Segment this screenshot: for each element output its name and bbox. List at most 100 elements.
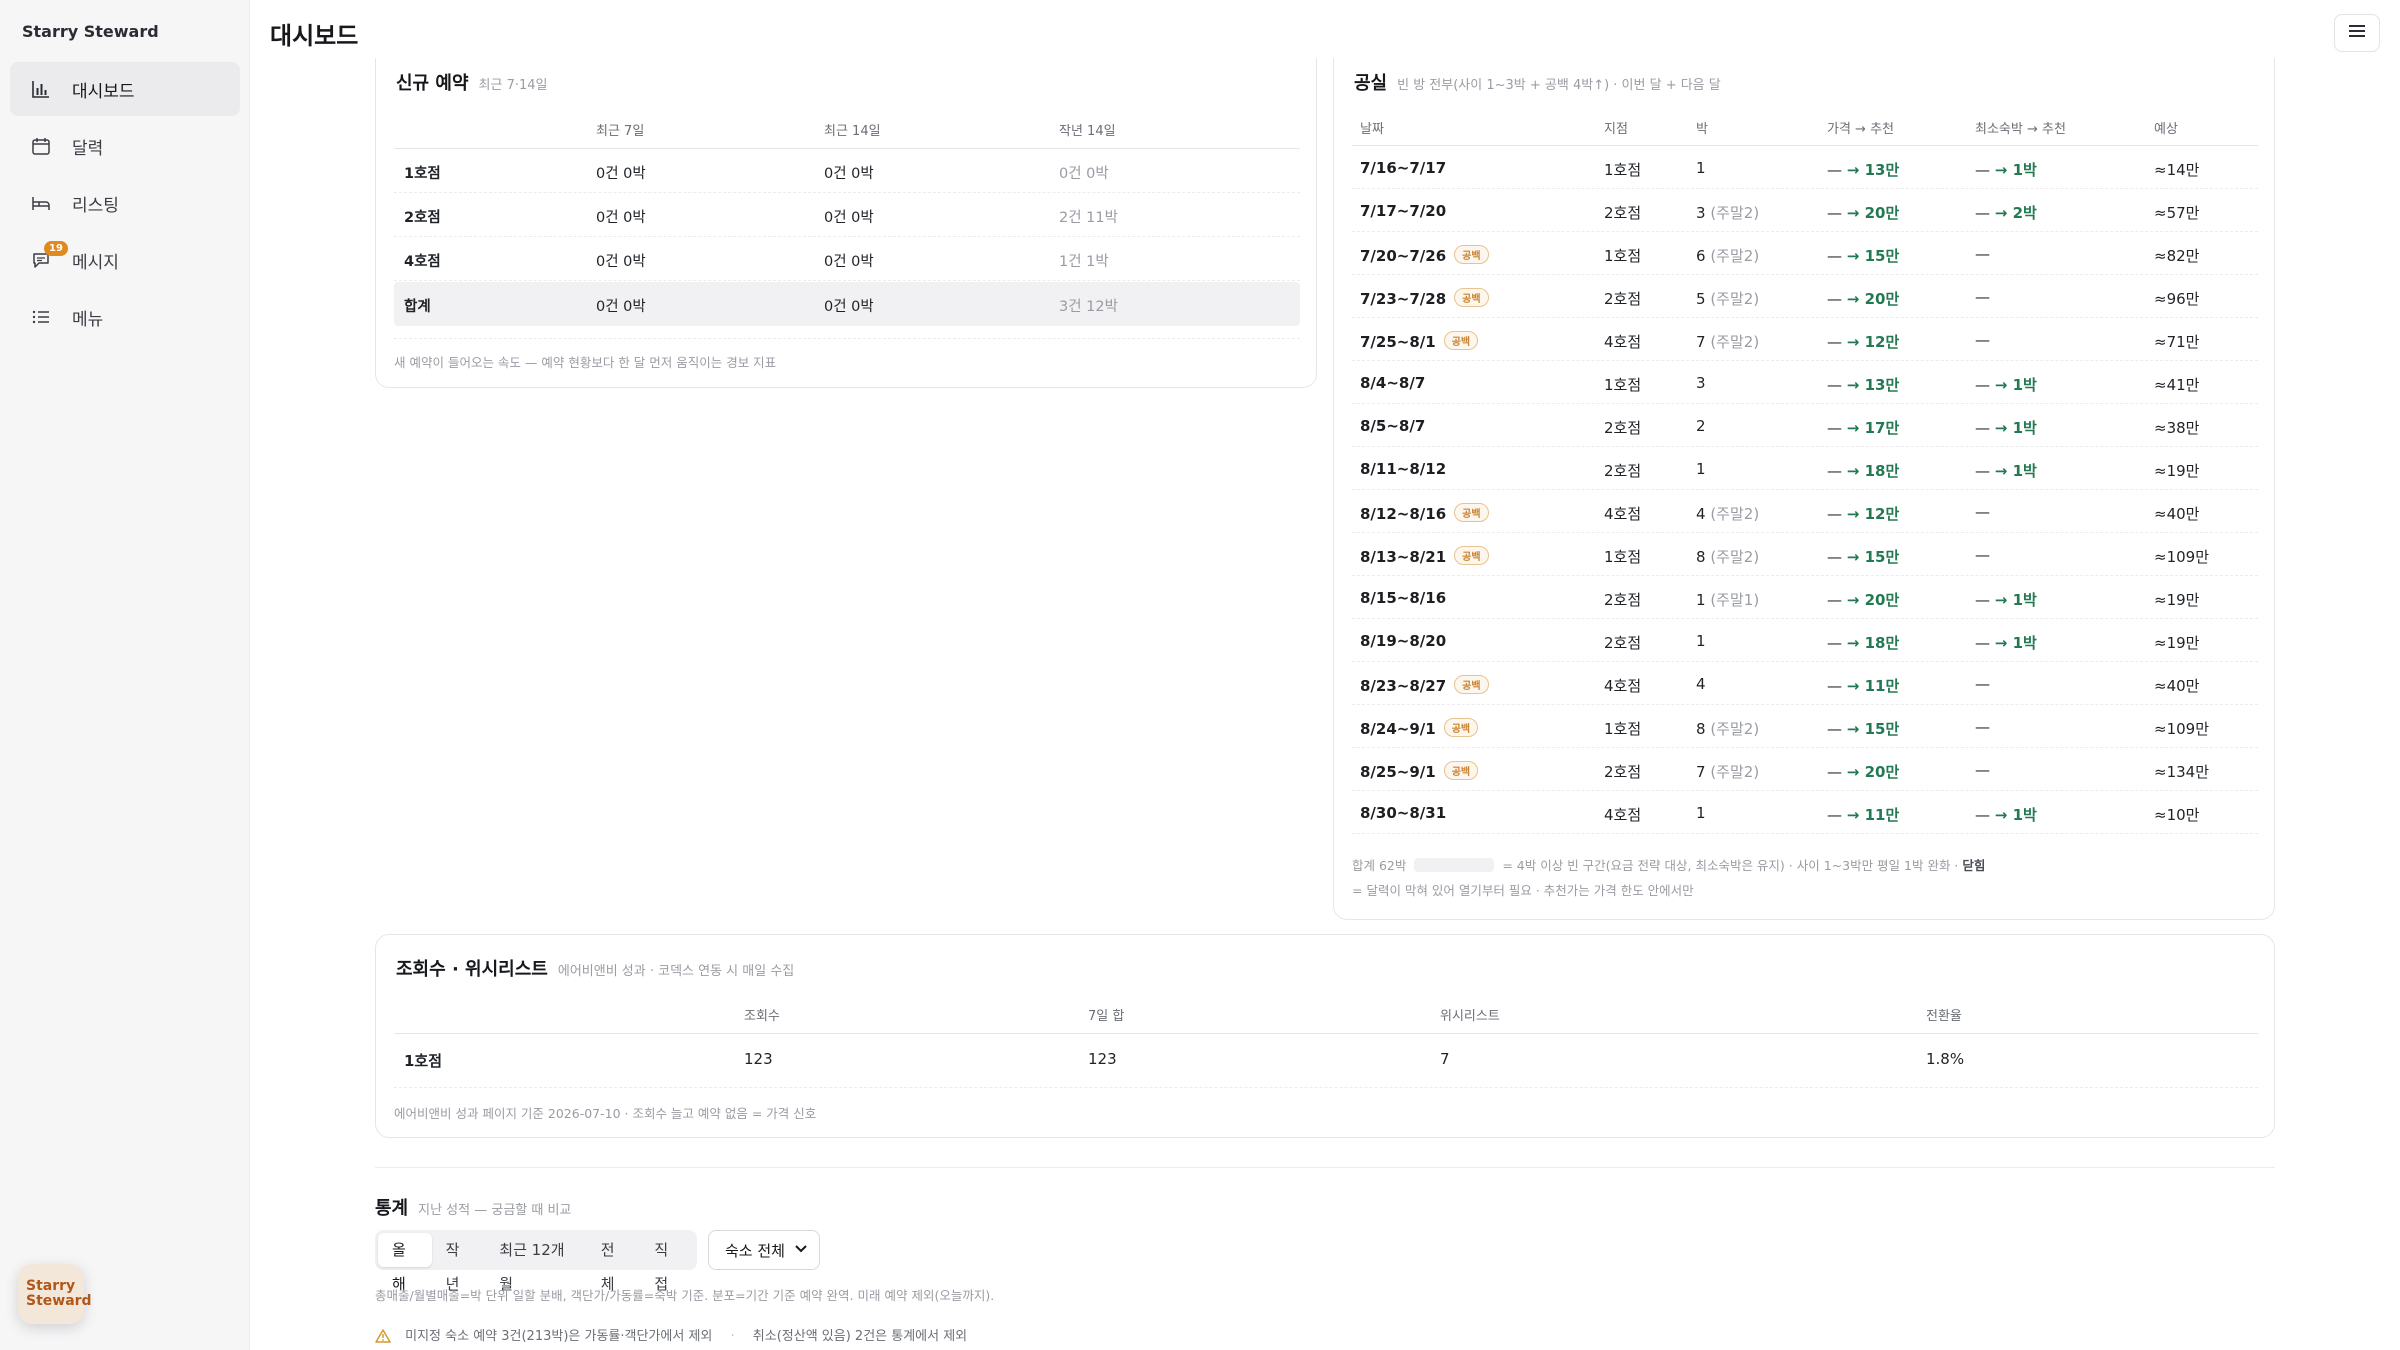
- estimate-value: ≈109만: [2154, 720, 2209, 738]
- date-range: 8/12~8/16: [1360, 505, 1447, 523]
- section-divider: [375, 1167, 2275, 1168]
- nights-cell: 1: [1696, 460, 1706, 478]
- price-recommend: — → 20만: [1827, 591, 1900, 609]
- table-row: 8/19~8/20 2호점 1 — → 18만 — → 1박 ≈19만: [1352, 619, 2258, 662]
- nights-cell: 2: [1696, 417, 1706, 435]
- views-footnote: 에어비앤비 성과 페이지 기준 2026-07-10 · 조회수 늘고 예약 없…: [394, 1106, 817, 1121]
- stats-title: 통계: [375, 1198, 409, 1219]
- warning-unassigned: 미지정 숙소 예약 3건(213박)은 가동률·객단가에서 제외: [405, 1329, 713, 1344]
- minstay-recommend: —: [1975, 288, 1990, 306]
- conversion-value: 1.8%: [1926, 1050, 1965, 1068]
- sidebar-item-calendar[interactable]: 달력: [10, 119, 240, 173]
- last-7-value: 0건 0박: [596, 210, 646, 226]
- table-row: 7/17~7/20 2호점 3 (주말2) — → 20만 — → 2박 ≈57만: [1352, 189, 2258, 232]
- header-views: 조회수: [744, 1009, 780, 1024]
- views-title: 조회수 · 위시리스트: [396, 959, 548, 980]
- stats-note: 총매출/월별매출=박 단위 일할 분배, 객단가/가동률=숙박 기준. 분포=기…: [375, 1288, 995, 1303]
- date-range: 8/25~9/1: [1360, 763, 1436, 781]
- sidebar-item-label: 메시지: [72, 252, 119, 273]
- list-icon: [28, 304, 54, 330]
- nights-count: 4: [1696, 675, 1706, 693]
- vacancy-card: 공실 빈 방 전부(사이 1~3박 + 공백 4박↑) · 이번 달 + 다음 달…: [1333, 58, 2275, 920]
- table-row: 8/13~8/21 공백 1호점 8 (주말2) — → 15만 — ≈109만: [1352, 533, 2258, 576]
- sidebar-item-dashboard[interactable]: 대시보드: [10, 62, 240, 116]
- page-title: 대시보드: [270, 22, 359, 50]
- sum7-value: 123: [1088, 1050, 1117, 1068]
- branch-name: 4호점: [404, 254, 441, 270]
- gap-tag: 공백: [1443, 331, 1479, 350]
- estimate-value: ≈134만: [2154, 763, 2209, 781]
- sidebar-item-listings[interactable]: 리스팅: [10, 176, 240, 230]
- gap-tag: 공백: [1454, 546, 1489, 565]
- nights-count: 6: [1696, 247, 1706, 265]
- estimate-value: ≈19만: [2154, 634, 2200, 652]
- warning-cancelled: 취소(정산액 있음) 2건은 통계에서 제외: [752, 1329, 968, 1344]
- price-recommend: — → 13만: [1827, 161, 1900, 179]
- date-range: 7/17~7/20: [1360, 202, 1447, 220]
- nights-count: 8: [1696, 548, 1706, 566]
- assistant-button[interactable]: Starry Steward: [18, 1264, 92, 1324]
- sidebar-item-messages[interactable]: 19 메시지: [10, 233, 240, 287]
- table-row: 8/30~8/31 4호점 1 — → 11만 — → 1박 ≈10만: [1352, 791, 2258, 834]
- tab-all[interactable]: 전체: [587, 1233, 641, 1293]
- table-row: 8/11~8/12 2호점 1 — → 18만 — → 1박 ≈19만: [1352, 447, 2258, 490]
- weekend-count: (주말1): [1710, 591, 1760, 609]
- header-wishlist: 위시리스트: [1440, 1009, 1500, 1024]
- bed-icon: [28, 190, 54, 216]
- date-cell: 8/19~8/20: [1360, 632, 1446, 650]
- nights-count: 2: [1696, 417, 1706, 435]
- date-range: 8/11~8/12: [1360, 460, 1447, 478]
- table-row: 7/25~8/1 공백 4호점 7 (주말2) — → 12만 — ≈71만: [1352, 318, 2258, 361]
- price-recommend: — → 11만: [1827, 806, 1900, 824]
- estimate-value: ≈19만: [2154, 462, 2200, 480]
- table-row: 8/15~8/16 2호점 1 (주말1) — → 20만 — → 1박 ≈19만: [1352, 576, 2258, 619]
- estimate-value: ≈82만: [2154, 247, 2200, 265]
- table-row: 7/20~7/26 공백 1호점 6 (주말2) — → 15만 — ≈82만: [1352, 232, 2258, 275]
- branch-cell: 2호점: [1604, 462, 1642, 480]
- last-year-value: 2건 11박: [1059, 210, 1118, 226]
- sidebar-item-label: 메뉴: [72, 309, 104, 330]
- branch-cell: 4호점: [1604, 333, 1642, 351]
- summary-closed-link[interactable]: 닫힘: [1962, 858, 1985, 873]
- last-year-value: 0건 0박: [1059, 166, 1109, 182]
- price-recommend: — → 15만: [1827, 247, 1900, 265]
- sidebar-nav: 대시보드 달력 리스팅 19 메시지 메뉴: [10, 62, 240, 347]
- calendar-icon: [28, 133, 54, 159]
- date-range: 7/25~8/1: [1360, 333, 1436, 351]
- assistant-label-line2: Steward: [26, 1293, 92, 1309]
- weekend-count: (주말2): [1710, 204, 1760, 222]
- date-cell: 8/25~9/1 공백: [1360, 761, 1479, 781]
- sidebar-item-menu[interactable]: 메뉴: [10, 290, 240, 344]
- nights-count: 3: [1696, 374, 1706, 392]
- tab-last-12-months[interactable]: 최근 12개월: [485, 1233, 586, 1293]
- chevron-down-icon: [793, 1240, 809, 1260]
- gap-tag: 공백: [1454, 503, 1489, 522]
- header-minstay-recommend: 최소숙박 → 추천: [1975, 122, 2066, 137]
- branch-cell: 2호점: [1604, 204, 1642, 222]
- tab-this-year[interactable]: 올해: [378, 1233, 432, 1293]
- sidebar-item-label: 달력: [72, 138, 104, 159]
- date-cell: 8/5~8/7: [1360, 417, 1425, 435]
- minstay-recommend: —: [1975, 331, 1990, 349]
- listing-select[interactable]: 숙소 전체: [708, 1230, 820, 1270]
- vacancy-summary-line2: = 달력이 막혀 있어 열기부터 필요 · 추천가는 가격 한도 안에서만: [1352, 883, 1694, 898]
- tab-last-year[interactable]: 작년: [432, 1233, 486, 1293]
- minstay-recommend: —: [1975, 761, 1990, 779]
- nights-cell: 7 (주말2): [1696, 331, 1759, 352]
- branch-cell: 4호점: [1604, 806, 1642, 824]
- date-range: 8/30~8/31: [1360, 804, 1447, 822]
- branch-name: 1호점: [404, 166, 441, 182]
- hamburger-menu-button[interactable]: [2334, 14, 2380, 52]
- sidebar-item-label: 대시보드: [72, 81, 135, 102]
- date-range: 8/24~9/1: [1360, 720, 1436, 738]
- last-14-value: 0건 0박: [824, 166, 874, 182]
- nights-count: 3: [1696, 204, 1706, 222]
- tab-custom[interactable]: 직접: [640, 1233, 694, 1293]
- last-14-value: 0건 0박: [824, 299, 874, 315]
- branch-cell: 4호점: [1604, 505, 1642, 523]
- date-range: 7/23~7/28: [1360, 290, 1447, 308]
- last-14-value: 0건 0박: [824, 210, 874, 226]
- chat-icon: 19: [28, 241, 68, 273]
- nights-cell: 7 (주말2): [1696, 761, 1759, 782]
- date-cell: 7/16~7/17: [1360, 159, 1446, 177]
